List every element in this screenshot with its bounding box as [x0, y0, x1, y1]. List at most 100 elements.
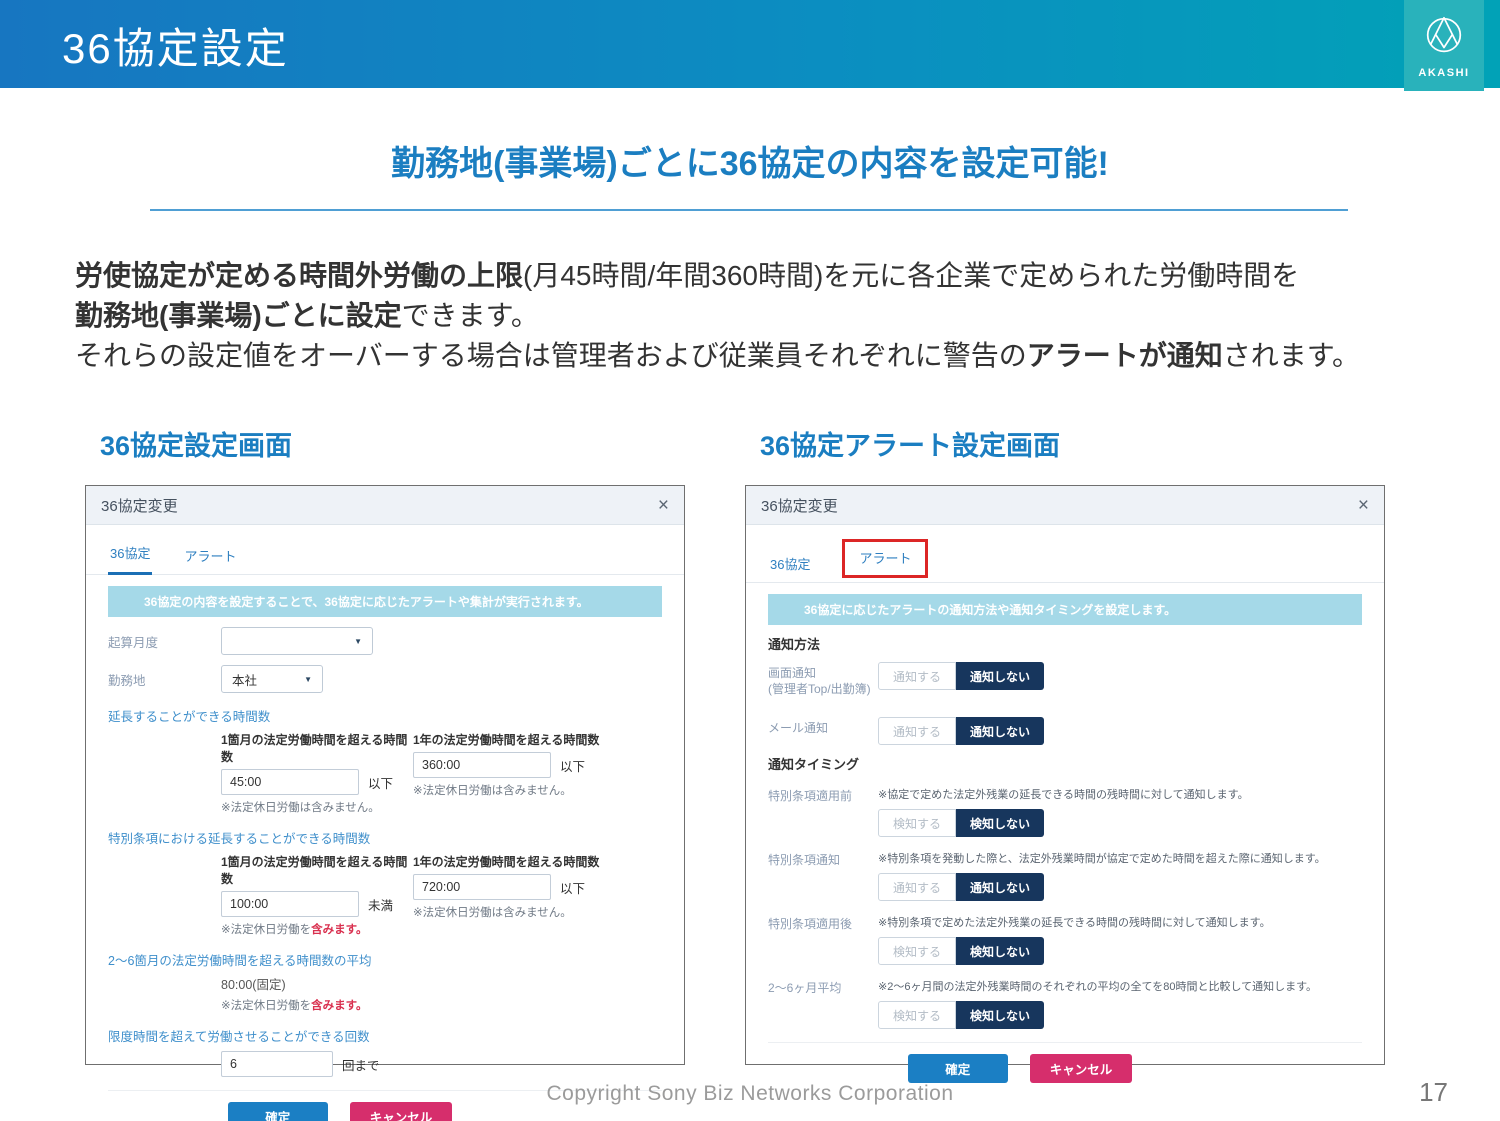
special-monthly-label: 1箇月の法定労働時間を超える時間数 — [221, 853, 413, 887]
intro-line2-bold: 勤務地(事業場)ごとに設定 — [75, 300, 402, 331]
screen-notify-toggle: 通知する 通知しない — [878, 662, 1044, 690]
caret-down-icon: ▼ — [304, 675, 312, 684]
special-yearly-label: 1年の法定労働時間を超える時間数 — [413, 853, 605, 870]
section-over-limit-count: 限度時間を超えて労働させることができる回数 — [108, 1026, 662, 1045]
dialog-body: 起算月度 ▼ 勤務地 本社 ▼ 延長することができる時間数 1箇月の法定労働時間… — [86, 627, 684, 1121]
location-select[interactable]: 本社 ▼ — [221, 665, 323, 693]
dialog-title: 36協定変更 — [761, 495, 838, 516]
monthly-limit-label: 1箇月の法定労働時間を超える時間数 — [221, 731, 413, 765]
monthly-limit-suffix: 以下 — [368, 773, 393, 792]
monthly-limit-note: ※法定休日労働は含みません。 — [221, 799, 413, 815]
detect-on-option[interactable]: 検知する — [878, 937, 956, 965]
mail-notify-toggle: 通知する 通知しない — [878, 717, 1044, 745]
close-icon[interactable]: × — [658, 496, 669, 515]
confirm-button[interactable]: 確定 — [908, 1054, 1008, 1083]
section-average-hours: 2〜6箇月の法定労働時間を超える時間数の平均 — [108, 950, 662, 969]
special-yearly-input[interactable] — [413, 874, 551, 900]
intro-line2-rest: できます。 — [402, 300, 539, 331]
caret-down-icon: ▼ — [354, 637, 362, 646]
page-number: 17 — [1419, 1077, 1448, 1108]
section-special-clause: 特別条項における延長することができる時間数 — [108, 828, 662, 847]
dialog-titlebar: 36協定変更 × — [86, 486, 684, 525]
start-month-select[interactable]: ▼ — [221, 627, 373, 655]
detect-off-option[interactable]: 検知しない — [956, 937, 1044, 965]
cancel-button[interactable]: キャンセル — [1030, 1054, 1133, 1083]
detect-off-option[interactable]: 検知しない — [956, 809, 1044, 837]
special-clause-notify-note: ※特別条項を発動した際と、法定外残業時間が協定で定めた時間を超えた際に通知します… — [878, 850, 1362, 866]
detect-off-option[interactable]: 検知しない — [956, 1001, 1044, 1029]
notify-method-heading: 通知方法 — [768, 634, 1362, 653]
average-note: ※法定休日労働を含みます。 — [221, 997, 662, 1013]
avg-2-6-months-toggle: 検知する 検知しない — [878, 1001, 1362, 1029]
akashi-logo-icon — [1421, 13, 1467, 64]
copyright-text: Copyright Sony Biz Networks Corporation — [0, 1082, 1500, 1106]
tab-alert-highlighted[interactable]: アラート — [842, 539, 928, 578]
special-monthly-note: ※法定休日労働を含みます。 — [221, 921, 413, 937]
slide-headline: 勤務地(事業場)ごとに36協定の内容を設定可能! — [0, 136, 1500, 185]
special-clause-notify-label: 特別条項通知 — [768, 850, 878, 901]
average-fixed-value: 80:00(固定) — [221, 974, 662, 993]
monthly-limit-input[interactable] — [221, 769, 359, 795]
alert-dialog: 36協定変更 × 36協定 アラート 36協定に応じたアラートの通知方法や通知タ… — [745, 485, 1385, 1065]
intro-line3-post: されます。 — [1223, 340, 1360, 371]
intro-line3-pre: それらの設定値をオーバーする場合は管理者および従業員それぞれに警告の — [75, 340, 1027, 371]
over-limit-count-suffix: 回まで — [342, 1055, 380, 1074]
akashi-logo: AKASHI — [1404, 0, 1484, 91]
tab-36-agreement[interactable]: 36協定 — [108, 539, 152, 575]
location-label: 勤務地 — [108, 670, 221, 689]
mail-notify-label: メール通知 — [768, 717, 878, 737]
intro-paragraph: 労使協定が定める時間外労働の上限(月45時間/年間360時間)を元に各企業で定め… — [75, 256, 1440, 375]
over-limit-count-input[interactable] — [221, 1051, 333, 1077]
special-yearly-note: ※法定休日労働は含みません。 — [413, 904, 605, 920]
caption-agreement-screen: 36協定設定画面 — [100, 424, 292, 463]
location-value: 本社 — [232, 670, 257, 689]
yearly-limit-label: 1年の法定労働時間を超える時間数 — [413, 731, 605, 748]
notify-on-option[interactable]: 通知する — [878, 662, 956, 690]
yearly-limit-note: ※法定休日労働は含みません。 — [413, 782, 605, 798]
dialog-title: 36協定変更 — [101, 495, 178, 516]
avg-2-6-months-note: ※2〜6ヶ月間の法定外残業時間のそれぞれの平均の全てを80時間と比較して通知しま… — [878, 978, 1362, 994]
avg-2-6-months-label: 2〜6ヶ月平均 — [768, 978, 878, 1029]
tab-36-agreement[interactable]: 36協定 — [768, 550, 812, 583]
yearly-limit-input[interactable] — [413, 752, 551, 778]
special-yearly-suffix: 以下 — [560, 878, 585, 897]
special-monthly-suffix: 未満 — [368, 895, 393, 914]
before-special-clause-toggle: 検知する 検知しない — [878, 809, 1362, 837]
section-extendable-hours: 延長することができる時間数 — [108, 706, 662, 725]
notify-off-option[interactable]: 通知しない — [956, 873, 1044, 901]
dialog-tabs: 36協定 アラート — [86, 525, 684, 575]
start-month-label: 起算月度 — [108, 632, 221, 651]
before-special-clause-label: 特別条項適用前 — [768, 786, 878, 837]
dialog-titlebar: 36協定変更 × — [746, 486, 1384, 525]
info-banner: 36協定に応じたアラートの通知方法や通知タイミングを設定します。 — [768, 594, 1362, 625]
dialog-tabs: 36協定 アラート — [746, 525, 1384, 583]
agreement-dialog: 36協定変更 × 36協定 アラート 36協定の内容を設定することで、36協定に… — [85, 485, 685, 1065]
notify-on-option[interactable]: 通知する — [878, 717, 956, 745]
dialog-buttons: 確定 キャンセル — [768, 1054, 1362, 1083]
dialog-body: 通知方法 画面通知 (管理者Top/出勤簿) 通知する 通知しない メール通知 … — [746, 634, 1384, 1083]
special-clause-notify-toggle: 通知する 通知しない — [878, 873, 1362, 901]
info-banner: 36協定の内容を設定することで、36協定に応じたアラートや集計が実行されます。 — [108, 586, 662, 617]
after-special-clause-note: ※特別条項で定めた法定外残業の延長できる時間の残時間に対して通知します。 — [878, 914, 1362, 930]
detect-on-option[interactable]: 検知する — [878, 1001, 956, 1029]
akashi-logo-label: AKASHI — [1418, 67, 1469, 79]
slide: 36協定設定 AKASHI 勤務地(事業場)ごとに36協定の内容を設定可能! 労… — [0, 0, 1500, 1121]
notify-off-option[interactable]: 通知しない — [956, 662, 1044, 690]
screen-notify-label: 画面通知 (管理者Top/出勤簿) — [768, 662, 878, 697]
caption-alert-screen: 36協定アラート設定画面 — [760, 424, 1060, 463]
close-icon[interactable]: × — [1358, 496, 1369, 515]
detect-on-option[interactable]: 検知する — [878, 809, 956, 837]
tab-alert[interactable]: アラート — [182, 542, 238, 575]
special-monthly-input[interactable] — [221, 891, 359, 917]
after-special-clause-toggle: 検知する 検知しない — [878, 937, 1362, 965]
intro-line3-bold: アラートが通知 — [1027, 340, 1223, 371]
buttons-divider — [768, 1042, 1362, 1043]
headline-divider — [150, 209, 1348, 211]
after-special-clause-label: 特別条項適用後 — [768, 914, 878, 965]
notify-off-option[interactable]: 通知しない — [956, 717, 1044, 745]
intro-line1-bold: 労使協定が定める時間外労働の上限 — [75, 260, 523, 291]
intro-line1-rest: (月45時間/年間360時間)を元に各企業で定められた労働時間を — [523, 260, 1299, 291]
notify-timing-heading: 通知タイミング — [768, 754, 1362, 773]
notify-on-option[interactable]: 通知する — [878, 873, 956, 901]
page-title: 36協定設定 — [62, 15, 289, 76]
